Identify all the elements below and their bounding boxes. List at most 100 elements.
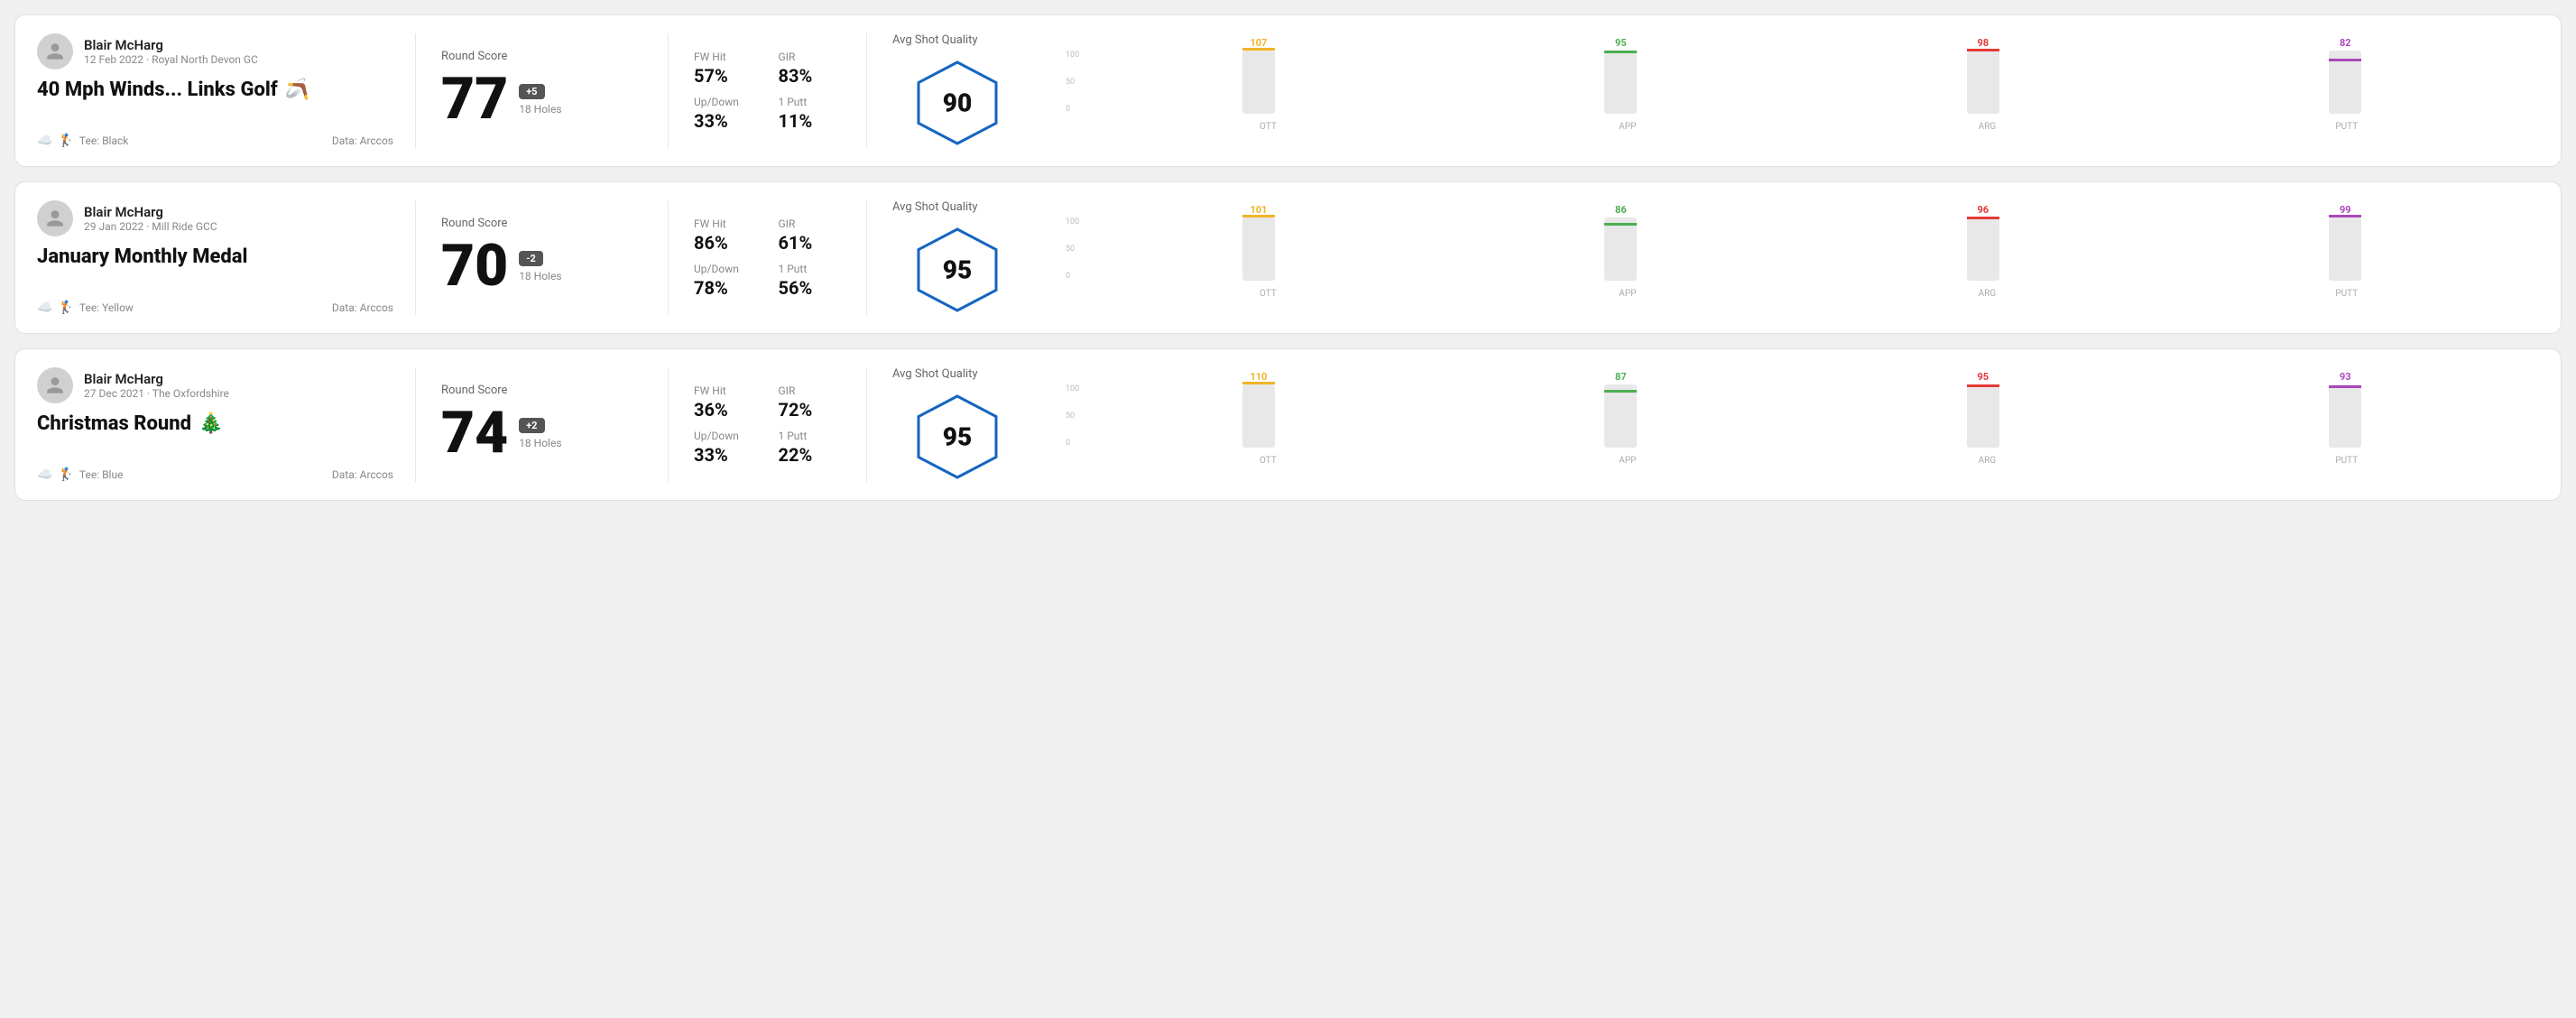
chart-section: 100 50 0 101 86 96	[1048, 200, 2539, 315]
bar-xlabel: ARG	[1813, 289, 2161, 299]
score-details: -2 18 Holes	[519, 251, 561, 282]
score-diff-badge: -2	[519, 251, 543, 266]
hexagon-container: 95	[912, 392, 1002, 482]
score-value: 74	[441, 404, 508, 462]
gir-label: GIR	[779, 51, 842, 63]
player-info: Blair McHarg 29 Jan 2022 · Mill Ride GCC	[84, 204, 217, 233]
bar-line	[1242, 215, 1275, 217]
chart-bar-group: 107	[1083, 37, 1434, 114]
bar-value: 87	[1615, 371, 1627, 383]
avatar	[37, 367, 73, 403]
round-card: Blair McHarg 12 Feb 2022 · Royal North D…	[14, 14, 2562, 167]
quality-score: 95	[943, 422, 972, 452]
score-row: 70 -2 18 Holes	[441, 237, 642, 295]
score-details: +2 18 Holes	[519, 418, 561, 449]
player-header: Blair McHarg 12 Feb 2022 · Royal North D…	[37, 33, 393, 69]
bar-background	[1604, 217, 1637, 281]
gir-label: GIR	[779, 384, 842, 397]
round-score-label: Round Score	[441, 384, 642, 397]
oneputt-stat: 1 Putt 56%	[779, 263, 842, 299]
footer-info: ☁️ 🏌 Tee: Blue Data: Arccos	[37, 467, 393, 482]
fw-hit-value: 36%	[694, 399, 757, 421]
round-date: 29 Jan 2022 · Mill Ride GCC	[84, 220, 217, 233]
bar-line	[2329, 59, 2361, 61]
updown-label: Up/Down	[694, 430, 757, 442]
tee-label: Tee: Blue	[79, 468, 124, 481]
quality-section: Avg Shot Quality 95	[867, 367, 1048, 482]
bar-xlabel: PUTT	[2173, 289, 2521, 299]
bar-line	[2329, 215, 2361, 217]
oneputt-label: 1 Putt	[779, 430, 842, 442]
round-score-label: Round Score	[441, 217, 642, 230]
player-info: Blair McHarg 27 Dec 2021 · The Oxfordshi…	[84, 371, 229, 400]
chart-bar-group: 82	[2170, 37, 2521, 114]
bar-xlabel: OTT	[1094, 456, 1442, 466]
bar-line	[1604, 51, 1637, 53]
tee-label: Tee: Black	[79, 134, 128, 147]
title-emoji: 🎄	[199, 412, 223, 435]
fw-hit-stat: FW Hit 57%	[694, 51, 757, 87]
updown-label: Up/Down	[694, 263, 757, 275]
gir-stat: GIR 83%	[779, 51, 842, 87]
player-header: Blair McHarg 29 Jan 2022 · Mill Ride GCC	[37, 200, 393, 236]
bar-line	[1242, 382, 1275, 384]
oneputt-value: 56%	[779, 277, 842, 299]
data-source: Data: Arccos	[332, 134, 393, 147]
bar-xlabel: OTT	[1094, 122, 1442, 132]
updown-label: Up/Down	[694, 96, 757, 108]
round-title: January Monthly Medal	[37, 245, 393, 268]
left-section: Blair McHarg 29 Jan 2022 · Mill Ride GCC…	[37, 200, 416, 315]
quality-score: 95	[943, 255, 972, 285]
score-section: Round Score 70 -2 18 Holes	[416, 200, 669, 315]
score-diff-badge: +5	[519, 84, 544, 99]
tee-label: Tee: Yellow	[79, 301, 134, 314]
bar-line	[2329, 385, 2361, 388]
bar-background	[1604, 384, 1637, 448]
player-header: Blair McHarg 27 Dec 2021 · The Oxfordshi…	[37, 367, 393, 403]
bar-xlabel: APP	[1454, 456, 1802, 466]
gir-value: 83%	[779, 65, 842, 87]
oneputt-stat: 1 Putt 11%	[779, 96, 842, 132]
quality-label: Avg Shot Quality	[892, 200, 978, 214]
oneputt-label: 1 Putt	[779, 263, 842, 275]
bar-background	[1242, 51, 1275, 114]
bar-value: 95	[1978, 371, 1990, 383]
oneputt-stat: 1 Putt 22%	[779, 430, 842, 466]
bar-value: 99	[2340, 204, 2351, 216]
oneputt-label: 1 Putt	[779, 96, 842, 108]
data-source: Data: Arccos	[332, 468, 393, 481]
updown-stat: Up/Down 33%	[694, 96, 757, 132]
round-score-label: Round Score	[441, 50, 642, 63]
avatar	[37, 33, 73, 69]
bar-xlabel: OTT	[1094, 289, 1442, 299]
bar-background	[1967, 384, 1999, 448]
chart-section: 100 50 0 110 87 95	[1048, 367, 2539, 482]
stats-section: FW Hit 57% GIR 83% Up/Down 33% 1 Putt 11…	[669, 33, 867, 148]
bar-value: 95	[1615, 37, 1627, 49]
score-diff-badge: +2	[519, 418, 544, 433]
stats-grid: FW Hit 57% GIR 83% Up/Down 33% 1 Putt 11…	[694, 51, 841, 132]
bar-background	[2329, 384, 2361, 448]
quality-label: Avg Shot Quality	[892, 367, 978, 381]
bar-background	[2329, 217, 2361, 281]
bar-line	[1604, 223, 1637, 226]
bag-icon: 🏌	[58, 467, 73, 482]
chart-bar-group: 87	[1445, 371, 1796, 448]
round-card: Blair McHarg 27 Dec 2021 · The Oxfordshi…	[14, 348, 2562, 501]
updown-value: 33%	[694, 444, 757, 466]
bar-value: 82	[2340, 37, 2351, 49]
hexagon-container: 90	[912, 58, 1002, 148]
player-info: Blair McHarg 12 Feb 2022 · Royal North D…	[84, 37, 258, 66]
holes-label: 18 Holes	[519, 103, 561, 116]
fw-hit-label: FW Hit	[694, 217, 757, 230]
stats-section: FW Hit 36% GIR 72% Up/Down 33% 1 Putt 22…	[669, 367, 867, 482]
gir-value: 61%	[779, 232, 842, 254]
gir-label: GIR	[779, 217, 842, 230]
fw-hit-label: FW Hit	[694, 384, 757, 397]
fw-hit-value: 86%	[694, 232, 757, 254]
player-name: Blair McHarg	[84, 371, 229, 387]
fw-hit-stat: FW Hit 86%	[694, 217, 757, 254]
round-card: Blair McHarg 29 Jan 2022 · Mill Ride GCC…	[14, 181, 2562, 334]
bag-icon: 🏌	[58, 301, 73, 315]
left-section: Blair McHarg 12 Feb 2022 · Royal North D…	[37, 33, 416, 148]
